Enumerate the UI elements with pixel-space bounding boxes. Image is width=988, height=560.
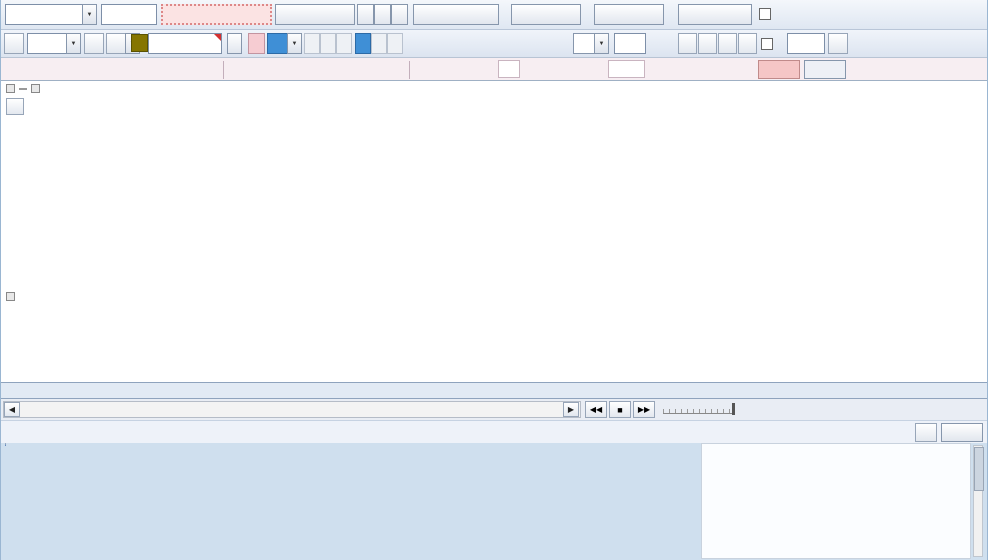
legend-stock-label[interactable] [19,87,27,90]
alert-button[interactable] [227,33,242,54]
next-button[interactable] [941,423,983,442]
account-combo-arrow-icon[interactable]: ▼ [82,4,97,25]
top-toolbar: ▼ [1,0,987,29]
price-info-bar [1,57,987,81]
period-day-button[interactable] [248,33,265,54]
bar-count-field[interactable] [614,33,646,54]
search-icon[interactable] [84,33,104,54]
day-count-arrow-icon[interactable]: ▼ [287,33,302,54]
chart-window-icon[interactable] [4,33,24,54]
forward-button[interactable]: ▶▶ [633,401,655,418]
password-field[interactable] [101,4,157,25]
account-combo[interactable] [5,4,83,25]
day-count-combo[interactable] [267,33,288,54]
period-week-button[interactable] [304,33,320,54]
recent-trades-button[interactable] [275,4,355,25]
period-minute-button[interactable] [355,33,371,54]
save-icon[interactable] [718,33,737,54]
legend-toggle-icon[interactable] [6,292,15,301]
table-settings-gear-icon[interactable] [915,423,937,442]
rewind-button[interactable]: ◀◀ [585,401,607,418]
daily-balance-button[interactable] [511,4,581,25]
table-toolbar [1,420,987,443]
scroll-left-icon[interactable]: ◀ [4,402,20,417]
v-scrollbar[interactable] [973,445,984,557]
chart-scroll-toolbar: ◀ ▶ ◀◀ ■ ▶▶ [1,399,987,420]
period-month-button[interactable] [320,33,336,54]
interval-combo[interactable] [573,33,595,54]
line-add-icon[interactable] [698,33,717,54]
chart-area[interactable] [1,81,987,382]
period-year-button[interactable] [336,33,352,54]
speaker-icon[interactable] [106,33,126,54]
calendar-icon[interactable] [828,33,848,54]
scroll-right-icon[interactable]: ▶ [563,402,579,417]
period-tick-button[interactable] [387,33,403,54]
mi-button[interactable] [391,4,408,25]
chart-toolbar: ▼ ▼ ▼ ▼ [1,29,987,57]
legend-toggle-icon[interactable] [6,84,15,93]
divider [223,61,224,79]
ohl-box [608,60,645,78]
divider [409,61,410,79]
best-quote-box [498,60,520,78]
candle-shift-icon[interactable] [678,33,697,54]
slider-handle[interactable] [732,403,735,415]
account-link-checkbox[interactable] [759,8,771,20]
detail-panel [701,443,971,559]
jan-button[interactable] [357,4,374,25]
yield-trend-button[interactable] [678,4,752,25]
time-axis [1,382,987,399]
price-chart-legend [6,84,48,93]
trade-history-panel [1,443,987,560]
d-checkbox[interactable] [761,38,773,50]
volume-chart-legend [6,292,27,301]
stock-name-field[interactable] [148,33,222,54]
trading-app-window: ▼ ▼ ▼ ▼ ▼ [0,0,988,560]
period-second-button[interactable] [371,33,387,54]
che-button[interactable] [374,4,391,25]
grid-tool-icon[interactable] [6,98,24,115]
interval-combo-arrow-icon[interactable]: ▼ [594,33,609,54]
new-stock-badge [131,34,148,52]
trade-profit-button[interactable] [594,4,664,25]
stop-button[interactable]: ■ [609,401,631,418]
memo-corner-icon [214,34,221,41]
gear-icon[interactable] [738,33,757,54]
legend-toggle-icon[interactable] [31,84,40,93]
trade-mark-button[interactable] [161,4,272,25]
speed-slider[interactable] [663,406,733,414]
buy-button[interactable] [758,60,800,79]
h-scrollbar[interactable] [3,401,581,418]
date-field[interactable] [787,33,825,54]
sell-button[interactable] [804,60,846,79]
memo-button[interactable] [413,4,499,25]
trade-history-table [5,443,6,446]
stock-code-combo[interactable] [27,33,67,54]
stock-code-arrow-icon[interactable]: ▼ [66,33,81,54]
v-scrollbar-thumb[interactable] [974,447,984,491]
